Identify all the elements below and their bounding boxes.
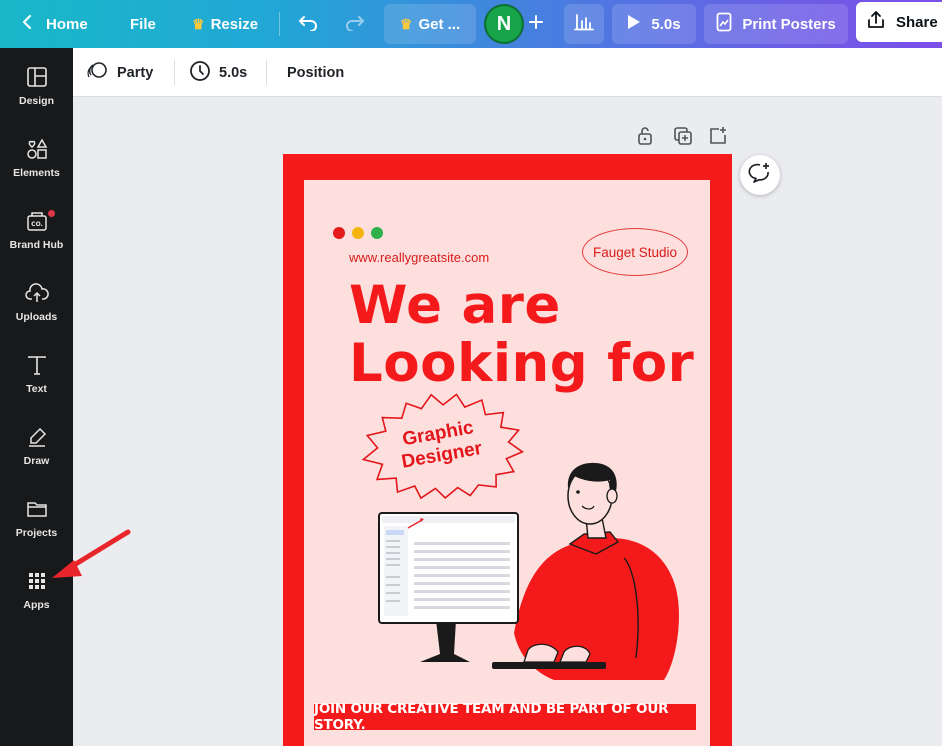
headline-line-2: Looking for <box>349 333 695 394</box>
play-duration: 5.0s <box>651 15 681 33</box>
comment-plus-icon <box>748 161 772 190</box>
lock-page-button[interactable] <box>636 126 656 146</box>
sidebar-item-brand-hub[interactable]: CO. Brand Hub <box>0 210 73 274</box>
studio-name: Fauget Studio <box>592 244 678 260</box>
duplicate-page-button[interactable] <box>673 126 693 146</box>
print-posters-button[interactable]: Print Posters <box>704 4 848 44</box>
poster-panel: www.reallygreatsite.com Fauget Studio We… <box>304 180 710 746</box>
poster-canvas[interactable]: www.reallygreatsite.com Fauget Studio We… <box>283 154 732 746</box>
divider <box>279 12 280 36</box>
lock-icon <box>636 127 654 150</box>
sidebar-item-elements[interactable]: Elements <box>0 138 73 202</box>
home-label: Home <box>46 15 88 33</box>
file-menu-button[interactable]: File <box>130 0 156 48</box>
resize-label: Resize <box>210 15 259 33</box>
print-icon <box>716 12 732 36</box>
share-icon <box>866 10 886 34</box>
sidebar-item-text[interactable]: Text <box>0 354 73 418</box>
avatar[interactable]: N <box>484 4 524 44</box>
left-sidebar: Design Elements CO. Brand Hub Uploads Te… <box>0 48 73 746</box>
divider <box>174 60 175 85</box>
plus-icon <box>527 13 545 35</box>
print-label: Print Posters <box>742 15 836 33</box>
notification-dot <box>48 210 55 217</box>
sidebar-item-draw[interactable]: Draw <box>0 426 73 490</box>
add-comment-button[interactable] <box>740 155 780 195</box>
animation-button[interactable]: Party <box>87 48 153 97</box>
crown-icon: ♛ <box>192 15 205 32</box>
play-icon <box>627 14 641 34</box>
home-button[interactable]: Home <box>22 0 88 48</box>
undo-icon <box>298 13 320 35</box>
red-dot <box>333 227 345 239</box>
duration-button[interactable]: 5.0s <box>189 48 247 97</box>
play-button[interactable]: 5.0s <box>612 4 696 44</box>
sidebar-item-label: Uploads <box>15 311 58 323</box>
file-label: File <box>130 15 156 33</box>
position-label: Position <box>287 64 345 81</box>
sidebar-item-design[interactable]: Design <box>0 66 73 130</box>
add-page-icon <box>708 127 728 150</box>
bar-chart-icon <box>574 13 594 35</box>
sidebar-item-label: Brand Hub <box>9 239 64 251</box>
context-toolbar: Party 5.0s Position <box>73 48 942 97</box>
sidebar-item-label: Apps <box>23 599 50 611</box>
divider <box>266 60 267 85</box>
design-icon <box>26 66 48 95</box>
get-pro-button[interactable]: ♛ Get ... <box>384 4 476 44</box>
add-page-button[interactable] <box>708 126 728 146</box>
crown-icon: ♛ <box>399 15 413 32</box>
duration-label: 5.0s <box>219 64 248 81</box>
sidebar-item-label: Elements <box>13 167 60 179</box>
green-dot <box>371 227 383 239</box>
sidebar-item-label: Design <box>18 95 54 107</box>
resize-button[interactable]: ♛ Resize <box>192 0 258 48</box>
chevron-left-icon <box>22 14 32 34</box>
undo-button[interactable] <box>298 0 320 48</box>
yellow-dot <box>352 227 364 239</box>
folder-icon <box>26 498 48 527</box>
sidebar-item-label: Text <box>26 383 47 395</box>
brand-hub-icon: CO. <box>26 210 48 239</box>
upload-icon <box>24 282 49 311</box>
sidebar-item-uploads[interactable]: Uploads <box>0 282 73 346</box>
annotation-arrow <box>52 529 131 578</box>
position-button[interactable]: Position <box>287 48 344 97</box>
draw-icon <box>26 426 48 455</box>
cta-text: JOIN OUR CREATIVE TEAM AND BE PART OF OU… <box>314 701 669 733</box>
top-bar: Home File ♛ Resize ♛ Get ... N 5.0s Prin… <box>0 0 942 48</box>
share-button[interactable]: Share <box>856 2 942 42</box>
redo-button[interactable] <box>343 0 365 48</box>
headline: We are Looking for <box>349 277 694 393</box>
add-collaborator-button[interactable] <box>527 0 545 48</box>
duplicate-icon <box>673 127 693 150</box>
elements-icon <box>26 138 48 167</box>
designer-illustration <box>378 462 679 680</box>
website-text: www.reallygreatsite.com <box>349 250 490 265</box>
text-icon <box>26 354 48 383</box>
get-label: Get ... <box>418 15 461 33</box>
animation-icon <box>87 61 109 85</box>
animation-label: Party <box>117 64 154 81</box>
insights-button[interactable] <box>564 4 604 44</box>
headline-line-1: We are <box>349 275 561 336</box>
clock-icon <box>189 60 211 86</box>
svg-text:CO.: CO. <box>31 221 43 228</box>
cta-banner: JOIN OUR CREATIVE TEAM AND BE PART OF OU… <box>314 701 696 733</box>
studio-badge: Fauget Studio <box>582 228 688 276</box>
redo-icon <box>343 13 365 35</box>
share-label: Share <box>896 13 938 31</box>
sidebar-item-label: Draw <box>23 455 50 467</box>
